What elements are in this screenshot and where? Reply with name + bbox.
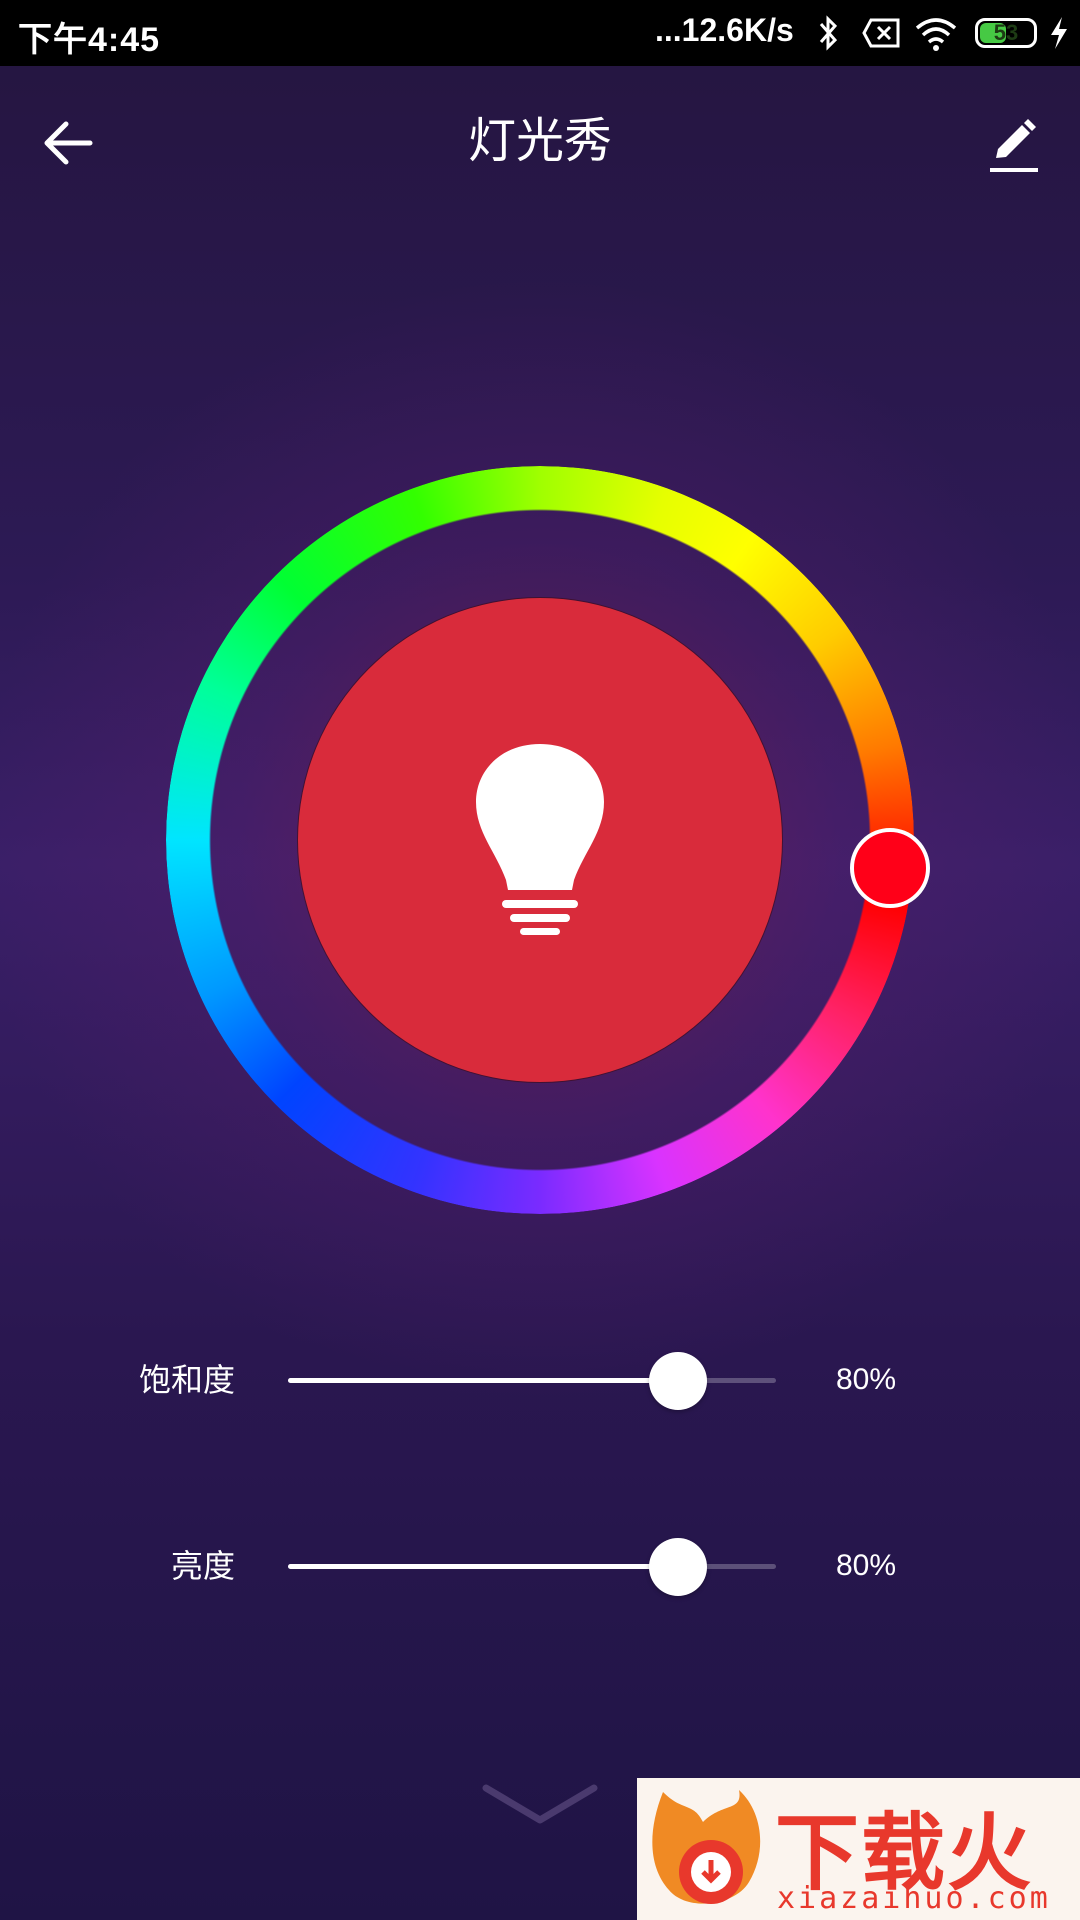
page-title: 灯光秀 [467,115,612,168]
hue-selector-handle[interactable] [850,828,930,908]
status-time: 下午4:45 [18,21,161,59]
brightness-slider[interactable] [288,1538,776,1596]
brightness-label: 亮度 [170,1548,235,1584]
battery-level: 53 [993,20,1019,45]
brightness-slider-row: 亮度 80% [0,1526,1080,1606]
color-wheel[interactable] [150,450,930,1230]
saturation-slider-fill [288,1378,679,1383]
brightness-slider-thumb[interactable] [649,1538,708,1596]
flame-logo-icon [652,1790,761,1904]
light-bulb-icon[interactable] [468,740,612,940]
brightness-slider-fill [288,1564,679,1569]
saturation-slider-row: 饱和度 80% [0,1340,1080,1420]
saturation-label: 饱和度 [138,1362,235,1398]
brightness-value: 80% [836,1549,897,1582]
bluetooth-icon [819,15,838,51]
network-speed: ...12.6K/s [655,12,794,48]
watermark: 下载火 xiazaihuo.com [637,1778,1080,1920]
edit-pencil-icon[interactable] [986,118,1042,176]
chevron-down-icon[interactable] [480,1780,600,1830]
status-bar: 下午4:45 ...12.6K/s 53 [0,0,1080,66]
saturation-value: 80% [836,1363,897,1396]
watermark-url: xiazaihuo.com [777,1881,1051,1916]
light-show-screen: 下午4:45 ...12.6K/s 53 灯光秀 饱和度 80% 亮度 80% … [0,0,1080,1920]
battery-indicator: 53 [975,18,1037,48]
saturation-slider-thumb[interactable] [649,1352,708,1410]
charging-bolt-icon [1051,17,1067,49]
sim-blocked-icon [862,18,900,48]
wifi-icon [915,18,957,51]
saturation-slider[interactable] [288,1352,776,1410]
